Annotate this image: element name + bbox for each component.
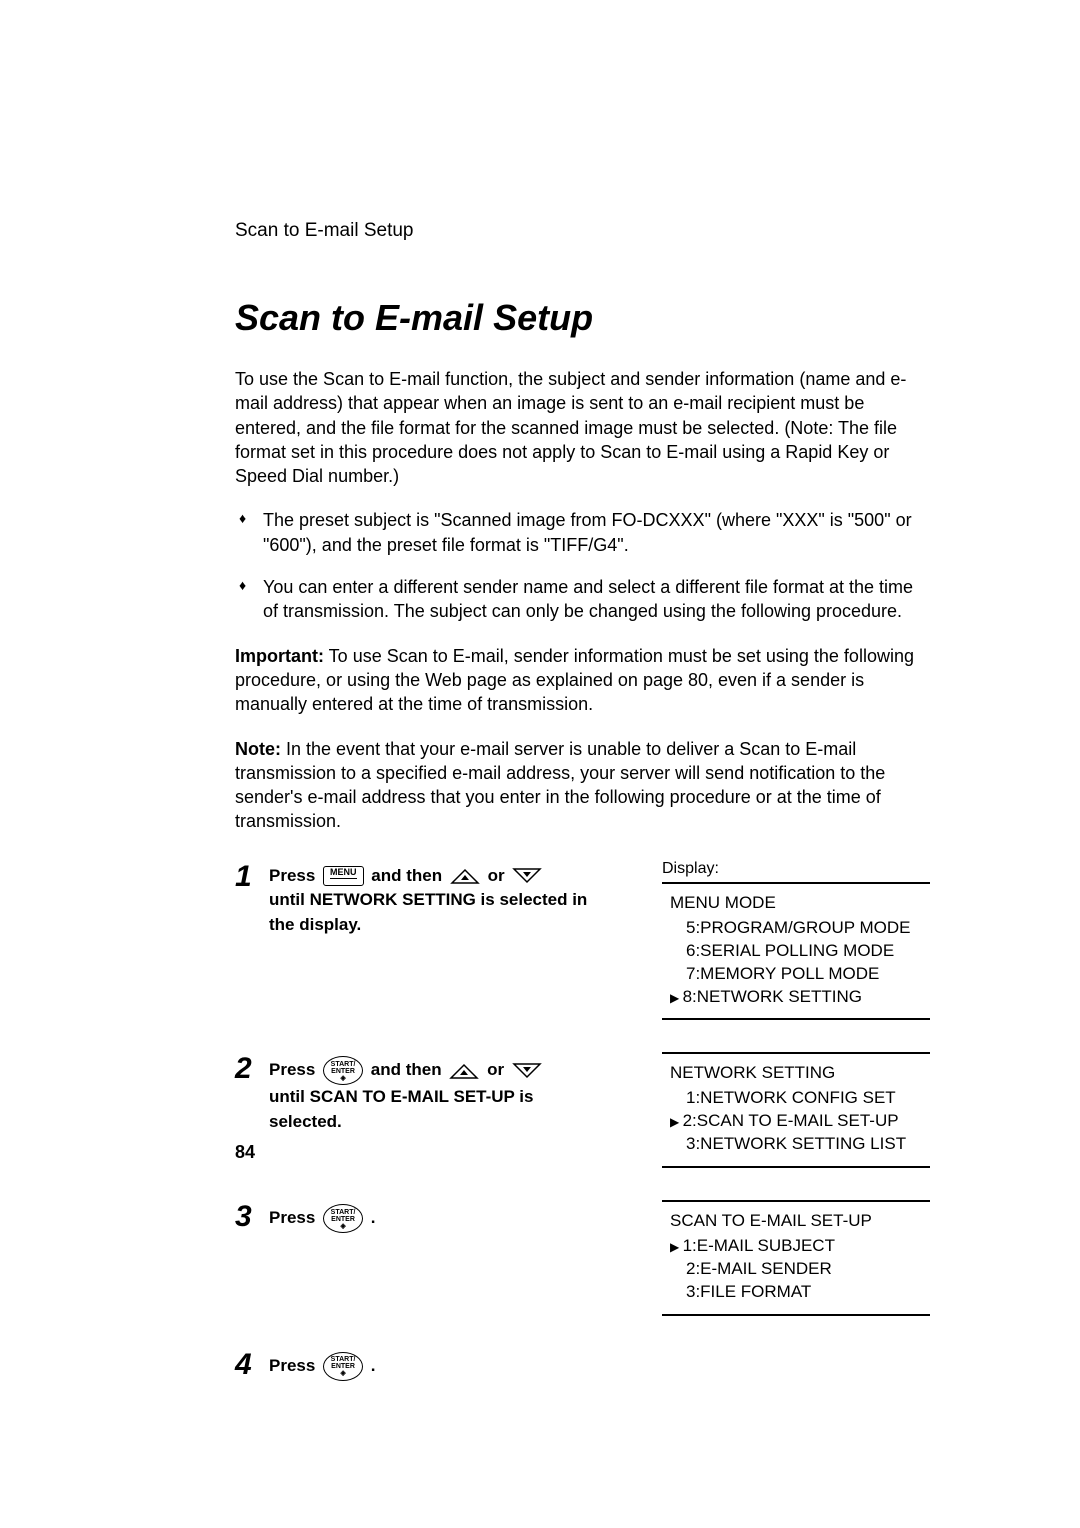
- display-column: Display: MENU MODE 5:PROGRAM/GROUP MODE …: [662, 860, 930, 1035]
- display-column: NETWORK SETTING 1:NETWORK CONFIG SET 2:S…: [662, 1052, 930, 1182]
- up-arrow-key-icon: [450, 867, 480, 885]
- and-then-label: and then: [371, 1060, 447, 1079]
- step-number: 1: [235, 860, 269, 892]
- page-title: Scan to E-mail Setup: [235, 297, 930, 339]
- page-number: 84: [235, 1142, 255, 1163]
- down-arrow-key-icon: [512, 1062, 542, 1080]
- running-head: Scan to E-mail Setup: [235, 220, 930, 242]
- display-column: SCAN TO E-MAIL SET-UP 1:E-MAIL SUBJECT 2…: [662, 1200, 930, 1330]
- bullet-list: The preset subject is "Scanned image fro…: [235, 508, 930, 623]
- note-paragraph: Note: In the event that your e-mail serv…: [235, 737, 930, 834]
- step-tail-1: until NETWORK SETTING is selected in: [269, 890, 587, 909]
- or-label: or: [487, 1060, 509, 1079]
- display-label: Display:: [662, 860, 930, 878]
- or-label: or: [488, 866, 510, 885]
- step-number: 2: [235, 1052, 269, 1084]
- bullet-item: You can enter a different sender name an…: [235, 575, 930, 624]
- display-selected-item: 1:E-MAIL SUBJECT: [670, 1235, 922, 1258]
- display-header: MENU MODE: [670, 892, 922, 915]
- period: .: [371, 1208, 376, 1227]
- display-item: 3:FILE FORMAT: [670, 1281, 922, 1304]
- start-enter-key-icon: START/ENTER◈: [323, 1204, 363, 1233]
- step-3: 3 Press START/ENTER◈ . SCAN TO E-MAIL SE…: [235, 1200, 930, 1330]
- display-header: SCAN TO E-MAIL SET-UP: [670, 1210, 922, 1233]
- display-box-1: MENU MODE 5:PROGRAM/GROUP MODE 6:SERIAL …: [662, 882, 930, 1021]
- step-tail-1: until SCAN TO E-MAIL SET-UP is: [269, 1087, 533, 1106]
- page-content: Scan to E-mail Setup Scan to E-mail Setu…: [0, 0, 1080, 1381]
- note-label: Note:: [235, 739, 281, 759]
- menu-key-icon: MENU: [323, 866, 364, 886]
- display-selected-item: 8:NETWORK SETTING: [670, 986, 922, 1009]
- press-label: Press: [269, 1356, 320, 1375]
- up-arrow-key-icon: [449, 1062, 479, 1080]
- and-then-label: and then: [371, 866, 447, 885]
- bullet-item: The preset subject is "Scanned image fro…: [235, 508, 930, 557]
- step-1: 1 Press MENU and then or until NETWORK S…: [235, 860, 930, 1035]
- step-number: 4: [235, 1348, 269, 1380]
- step-instruction: Press MENU and then or until NETWORK SET…: [269, 860, 662, 938]
- step-instruction: Press START/ENTER◈ .: [269, 1348, 662, 1381]
- step-instruction: Press START/ENTER◈ and then or until SCA…: [269, 1052, 662, 1134]
- start-enter-key-icon: START/ENTER◈: [323, 1352, 363, 1381]
- important-label: Important:: [235, 646, 324, 666]
- note-text: In the event that your e-mail server is …: [235, 739, 885, 832]
- step-number: 3: [235, 1200, 269, 1232]
- press-label: Press: [269, 866, 320, 885]
- display-item: 3:NETWORK SETTING LIST: [670, 1133, 922, 1156]
- step-instruction: Press START/ENTER◈ .: [269, 1200, 662, 1233]
- important-paragraph: Important: To use Scan to E-mail, sender…: [235, 644, 930, 717]
- display-selected-item: 2:SCAN TO E-MAIL SET-UP: [670, 1110, 922, 1133]
- period: .: [371, 1356, 376, 1375]
- step-4: 4 Press START/ENTER◈ .: [235, 1348, 930, 1381]
- step-tail-2: selected.: [269, 1112, 342, 1131]
- display-item: 2:E-MAIL SENDER: [670, 1258, 922, 1281]
- step-2: 2 Press START/ENTER◈ and then or: [235, 1052, 930, 1182]
- start-enter-key-icon: START/ENTER◈: [323, 1056, 363, 1085]
- down-arrow-key-icon: [512, 867, 542, 885]
- display-box-2: NETWORK SETTING 1:NETWORK CONFIG SET 2:S…: [662, 1052, 930, 1168]
- press-label: Press: [269, 1060, 320, 1079]
- display-item: 1:NETWORK CONFIG SET: [670, 1087, 922, 1110]
- display-item: 5:PROGRAM/GROUP MODE: [670, 917, 922, 940]
- steps-section: 1 Press MENU and then or until NETWORK S…: [235, 860, 930, 1381]
- step-tail-2: the display.: [269, 915, 361, 934]
- display-item: 6:SERIAL POLLING MODE: [670, 940, 922, 963]
- press-label: Press: [269, 1208, 320, 1227]
- display-item: 7:MEMORY POLL MODE: [670, 963, 922, 986]
- important-text: To use Scan to E-mail, sender informatio…: [235, 646, 914, 715]
- intro-paragraph: To use the Scan to E-mail function, the …: [235, 367, 930, 488]
- display-box-3: SCAN TO E-MAIL SET-UP 1:E-MAIL SUBJECT 2…: [662, 1200, 930, 1316]
- display-header: NETWORK SETTING: [670, 1062, 922, 1085]
